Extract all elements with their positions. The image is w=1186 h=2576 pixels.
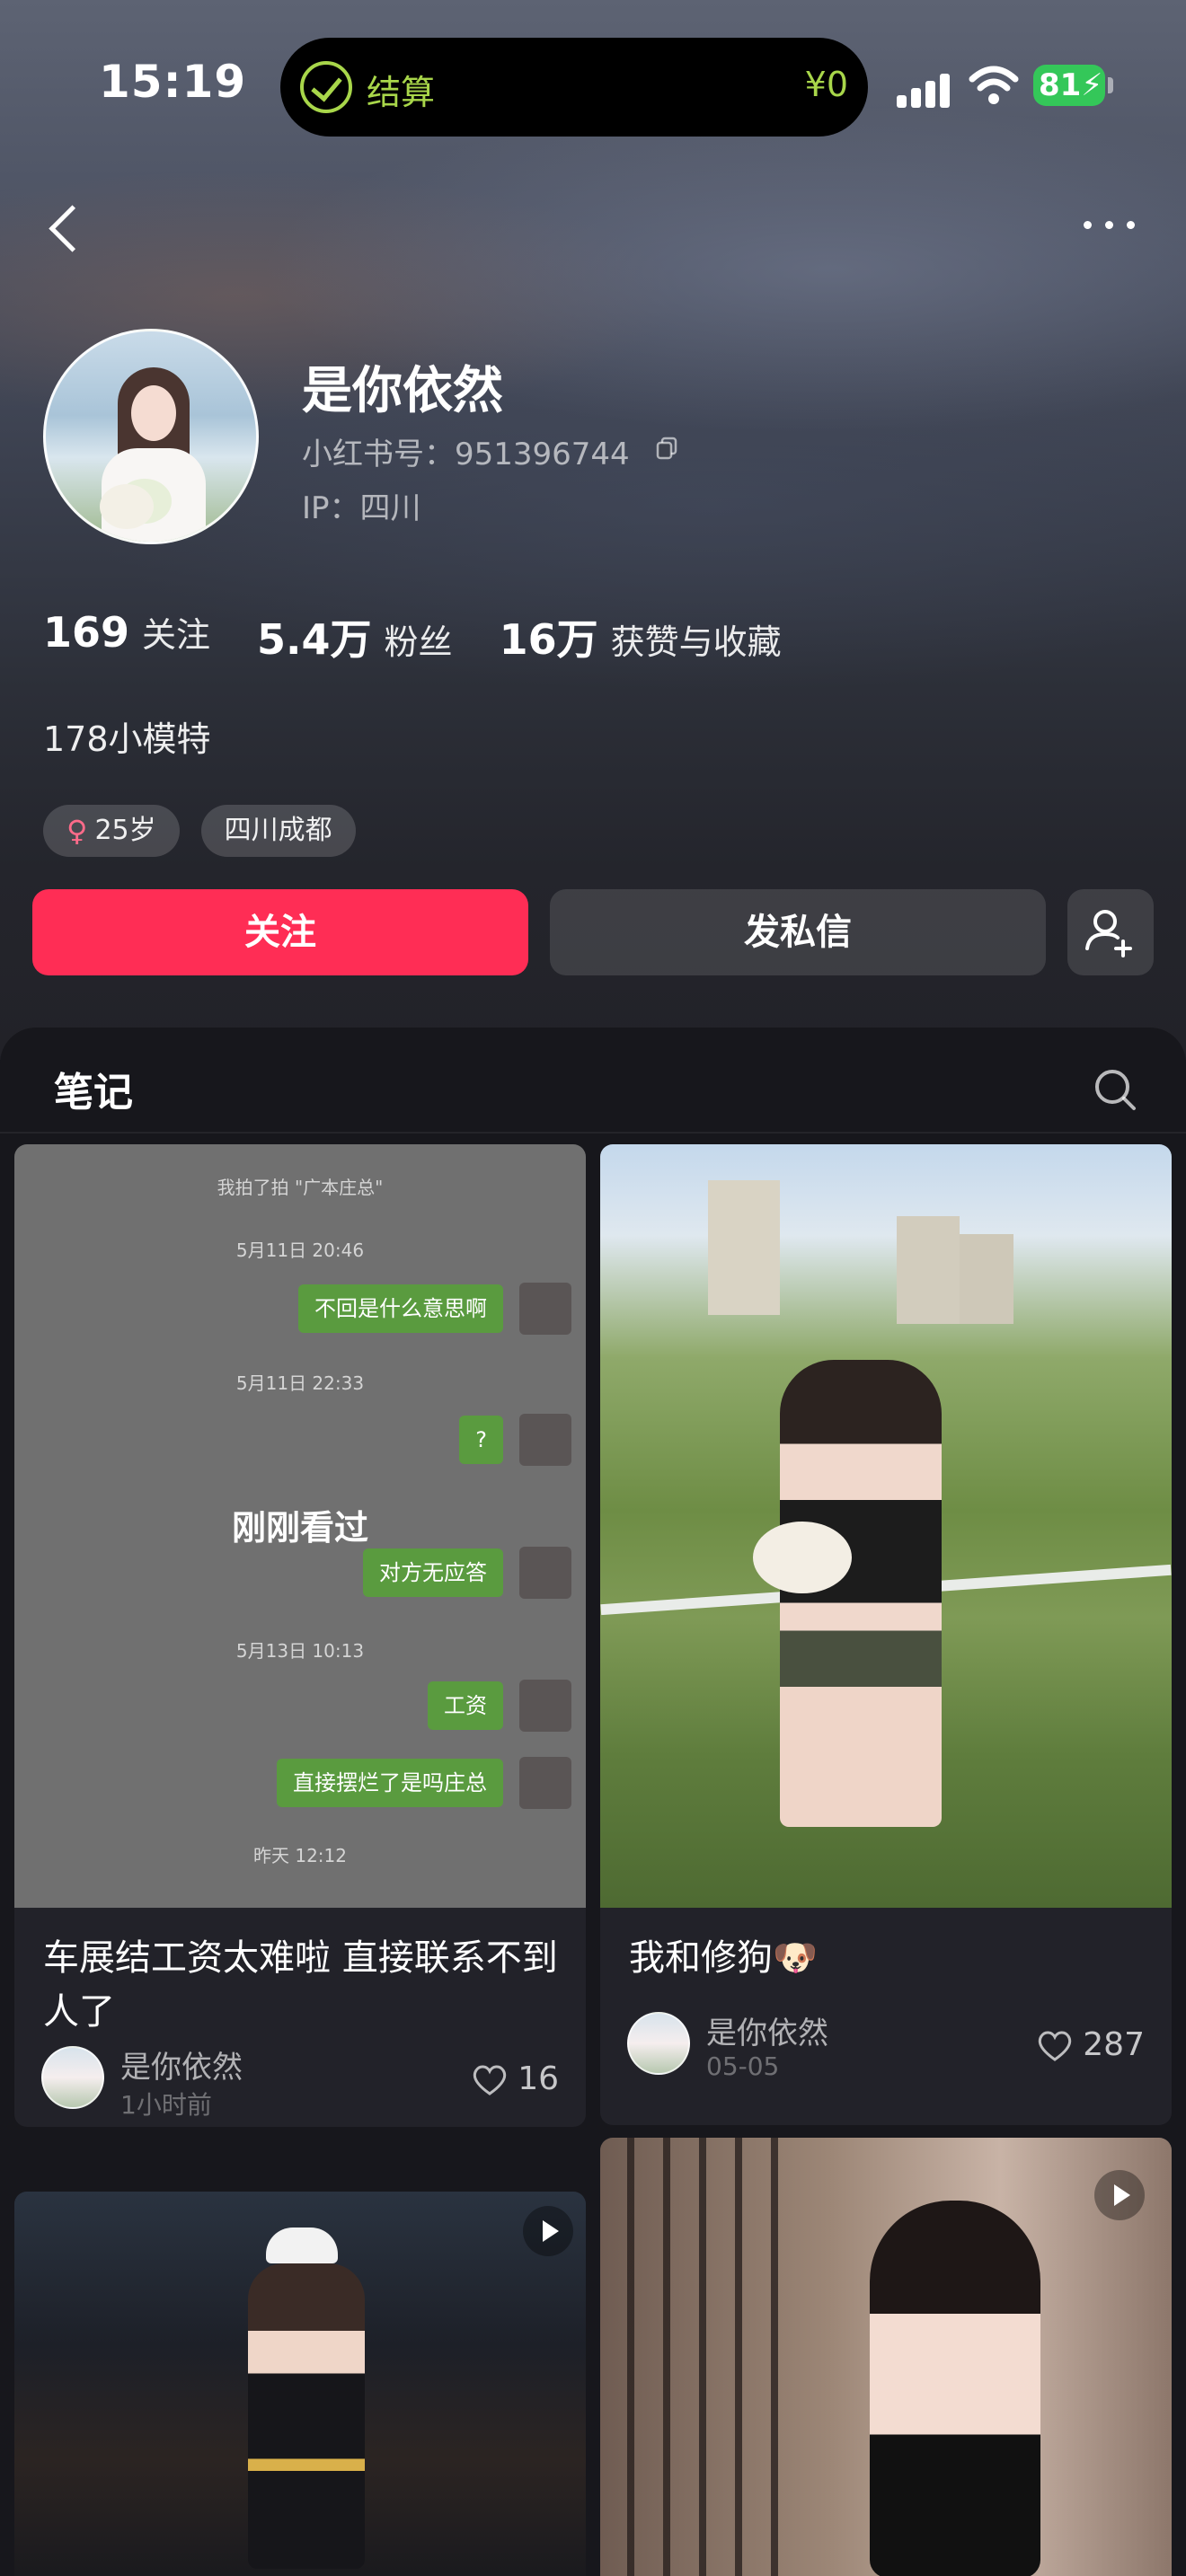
battery-tip — [1108, 77, 1113, 93]
more-options-icon[interactable] — [1078, 207, 1143, 243]
note-time: 1小时前 — [120, 2090, 212, 2120]
search-icon[interactable] — [1091, 1065, 1139, 1114]
island-amount: ¥0 — [804, 65, 848, 104]
cellular-signal-icon — [897, 70, 952, 108]
note-card[interactable]: 我和修狗🐶 是你依然 05-05 287 — [600, 1144, 1172, 2125]
island-label: 结算 — [367, 73, 436, 112]
note-card[interactable]: 我拍了拍 "广本庄总" 5月11日 20:46 不回是什么意思啊 5月11日 2… — [14, 1144, 586, 2127]
stat-likes-collects[interactable]: 16万 获赞与收藏 — [500, 607, 782, 666]
note-card[interactable] — [14, 2192, 586, 2576]
notes-panel: 笔记 我拍了拍 "广本庄总" 5月11日 20:46 不回是什么意思啊 5月11… — [0, 1028, 1186, 2576]
like-button[interactable]: 287 — [1036, 2026, 1145, 2063]
tab-notes[interactable]: 笔记 — [54, 1060, 133, 1117]
note-card[interactable] — [600, 2138, 1172, 2576]
author-name: 是你依然 — [120, 2050, 243, 2086]
profile-avatar[interactable] — [43, 329, 259, 544]
tag-location: 四川成都 — [200, 805, 356, 857]
note-cover-photo — [600, 1144, 1172, 1908]
female-icon: ♀ — [66, 814, 88, 848]
profile-tags: ♀ 25岁 四川成都 — [43, 805, 377, 857]
video-play-icon — [1094, 2170, 1145, 2220]
note-title: 我和修狗🐶 — [629, 1937, 818, 1979]
note-cover-chat-screenshot: 我拍了拍 "广本庄总" 5月11日 20:46 不回是什么意思啊 5月11日 2… — [14, 1144, 586, 1908]
dynamic-island-payment[interactable]: 结算 ¥0 — [280, 38, 868, 137]
message-button[interactable]: 发私信 — [550, 889, 1046, 975]
tag-age: ♀ 25岁 — [43, 805, 180, 857]
author-avatar — [41, 2046, 104, 2109]
back-button[interactable] — [36, 198, 90, 260]
follow-button[interactable]: 关注 — [32, 889, 528, 975]
checkmark-icon — [300, 61, 352, 113]
red-id: 小红书号：951396744 — [302, 437, 630, 472]
tab-divider — [0, 1132, 1186, 1134]
ip-location: IP：四川 — [302, 490, 421, 526]
author-name: 是你依然 — [706, 2016, 828, 2051]
like-button[interactable]: 16 — [471, 2060, 559, 2097]
profile-bio: 178小模特 — [43, 719, 211, 759]
add-user-icon — [1085, 910, 1132, 957]
video-play-icon — [523, 2206, 573, 2256]
note-cover-video — [600, 2138, 1172, 2576]
note-time: 05-05 — [706, 2051, 780, 2081]
profile-stats: 169 关注 5.4万 粉丝 16万 获赞与收藏 — [43, 607, 828, 666]
profile-name: 是你依然 — [302, 362, 503, 420]
status-time: 15:19 — [99, 56, 247, 108]
note-title: 车展结工资太难啦 直接联系不到人了 — [43, 1937, 558, 2033]
stat-followers[interactable]: 5.4万 粉丝 — [257, 607, 453, 666]
wifi-icon — [969, 66, 1019, 104]
battery-indicator: 81⚡ — [1033, 65, 1105, 106]
recently-viewed-label: 刚刚看过 — [232, 1508, 369, 1548]
heart-icon — [473, 2065, 507, 2095]
stat-following[interactable]: 169 关注 — [43, 607, 210, 666]
add-friend-button[interactable] — [1067, 889, 1154, 975]
author-avatar — [627, 2012, 690, 2075]
heart-icon — [1039, 2031, 1072, 2061]
copy-icon[interactable] — [656, 437, 677, 460]
note-cover-video — [14, 2192, 586, 2576]
